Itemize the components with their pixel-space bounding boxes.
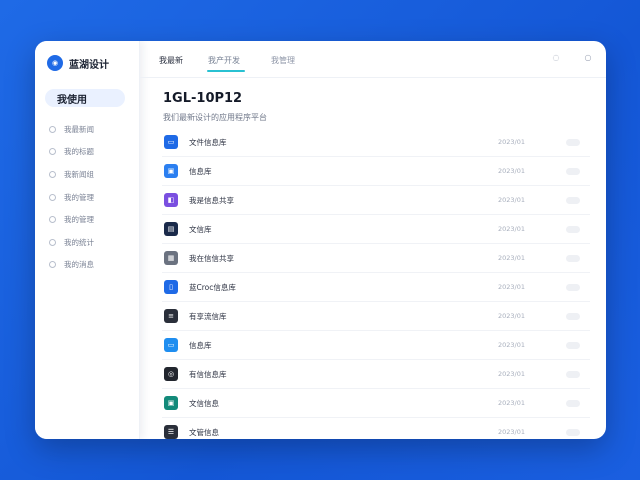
item-name: 文信库	[189, 224, 212, 234]
active-tab-indicator	[207, 70, 245, 72]
toggle-switch[interactable]	[566, 225, 580, 233]
item-name: 我在信信共享	[189, 253, 234, 263]
brand-name: 蓝湖设计	[69, 59, 109, 71]
sidebar-list: 我最新闻 我的标题 我新闻组 我的管理 我的管理 我的统计 我的消息	[49, 118, 94, 276]
item-date: 2023/01	[498, 225, 526, 233]
sidebar-item-label: 我使用	[57, 94, 87, 106]
share-icon: ◧	[164, 193, 178, 207]
list-item[interactable]: ≡ 有享流信库 2023/01	[162, 302, 590, 331]
chat-bubble-icon: ◉	[47, 55, 63, 71]
file-icon: ▯	[164, 280, 178, 294]
item-name: 有信信息库	[189, 369, 227, 379]
list-item[interactable]: ▯ 蓝Croc信息库 2023/01	[162, 273, 590, 302]
sidebar-item-1[interactable]: 我最新闻	[49, 118, 94, 141]
app-window: ◉ 蓝湖设计 我使用 我最新闻 我的标题 我新闻组 我的管理 我的管理 我的统计…	[35, 41, 606, 439]
list-icon: ☰	[164, 425, 178, 439]
item-name: 我是信息共享	[189, 195, 234, 205]
sidebar: ◉ 蓝湖设计 我使用 我最新闻 我的标题 我新闻组 我的管理 我的管理 我的统计…	[35, 41, 140, 439]
page-subtitle: 我们最新设计的应用程序平台	[163, 113, 267, 122]
folder-icon: ▦	[164, 251, 178, 265]
list-item[interactable]: ▤ 文信库 2023/01	[162, 215, 590, 244]
app-list: ▭ 文件信息库 2023/01 ▣ 信息库 2023/01 ◧ 我是信息共享 2023/01…	[162, 128, 590, 439]
item-date: 2023/01	[498, 370, 526, 378]
circle-icon	[49, 125, 56, 133]
circle-icon	[49, 170, 56, 178]
box-icon: ▣	[164, 396, 178, 410]
list-item[interactable]: ☰ 文管信息 2023/01	[162, 418, 590, 439]
document-icon: ▤	[164, 222, 178, 236]
item-date: 2023/01	[498, 312, 526, 320]
main-content: 1GL-10P12 我们最新设计的应用程序平台 ▭ 文件信息库 2023/01 ▣ 信…	[140, 77, 606, 439]
brand[interactable]: ◉ 蓝湖设计	[47, 55, 109, 71]
toggle-switch[interactable]	[566, 283, 580, 291]
item-date: 2023/01	[498, 283, 526, 291]
toggle-switch[interactable]	[566, 138, 580, 146]
image-icon: ▣	[164, 164, 178, 178]
toggle-switch[interactable]	[566, 399, 580, 407]
item-name: 蓝Croc信息库	[189, 282, 236, 292]
sidebar-item-label: 我的管理	[64, 215, 94, 225]
item-name: 文信信息	[189, 398, 219, 408]
toggle-switch[interactable]	[566, 428, 580, 436]
list-item[interactable]: ▭ 文件信息库 2023/01	[162, 128, 590, 157]
item-date: 2023/01	[498, 428, 526, 436]
toggle-switch[interactable]	[566, 312, 580, 320]
tab-development[interactable]: 我产开发	[208, 55, 240, 66]
sidebar-item-4[interactable]: 我的管理	[49, 186, 94, 209]
list-item[interactable]: ▣ 文信信息 2023/01	[162, 389, 590, 418]
sidebar-item-active[interactable]: 我使用	[45, 89, 125, 107]
sidebar-item-5[interactable]: 我的管理	[49, 208, 94, 231]
list-item[interactable]: ◎ 有信信息库 2023/01	[162, 360, 590, 389]
toggle-switch[interactable]	[566, 370, 580, 378]
top-nav: 我最新 我产开发 我管理 ◌ ○ ⋯	[140, 41, 606, 78]
item-name: 信息库	[189, 166, 212, 176]
page-title: 1GL-10P12	[163, 91, 243, 106]
list-item[interactable]: ▦ 我在信信共享 2023/01	[162, 244, 590, 273]
item-date: 2023/01	[498, 341, 526, 349]
sidebar-item-2[interactable]: 我的标题	[49, 141, 94, 164]
toggle-switch[interactable]	[566, 167, 580, 175]
item-name: 文件信息库	[189, 137, 227, 147]
circle-icon	[49, 193, 56, 201]
target-icon: ◎	[164, 367, 178, 381]
sidebar-item-label: 我的消息	[64, 260, 94, 270]
settings-icon[interactable]: ◌	[551, 53, 561, 63]
sidebar-item-7[interactable]: 我的消息	[49, 254, 94, 277]
sidebar-item-label: 我的管理	[64, 192, 94, 202]
chat-icon: ▭	[164, 135, 178, 149]
item-date: 2023/01	[498, 138, 526, 146]
circle-icon	[49, 148, 56, 156]
toggle-switch[interactable]	[566, 254, 580, 262]
toggle-switch[interactable]	[566, 341, 580, 349]
tab-latest[interactable]: 我最新	[159, 55, 183, 66]
circle-icon	[49, 261, 56, 269]
sidebar-item-label: 我的标题	[64, 147, 94, 157]
sidebar-item-3[interactable]: 我新闻组	[49, 163, 94, 186]
item-date: 2023/01	[498, 196, 526, 204]
sidebar-item-label: 我新闻组	[64, 169, 94, 179]
search-icon[interactable]: ○	[583, 53, 593, 63]
item-name: 有享流信库	[189, 311, 227, 321]
item-date: 2023/01	[498, 167, 526, 175]
item-name: 文管信息	[189, 427, 219, 437]
sidebar-item-6[interactable]: 我的统计	[49, 231, 94, 254]
sidebar-item-label: 我的统计	[64, 237, 94, 247]
list-item[interactable]: ◧ 我是信息共享 2023/01	[162, 186, 590, 215]
item-date: 2023/01	[498, 399, 526, 407]
item-name: 信息库	[189, 340, 212, 350]
tab-management[interactable]: 我管理	[271, 55, 295, 66]
circle-icon	[49, 216, 56, 224]
list-item[interactable]: ▣ 信息库 2023/01	[162, 157, 590, 186]
list-item[interactable]: ▭ 信息库 2023/01	[162, 331, 590, 360]
circle-icon	[49, 238, 56, 246]
notes-icon: ≡	[164, 309, 178, 323]
sidebar-item-label: 我最新闻	[64, 124, 94, 134]
toggle-switch[interactable]	[566, 196, 580, 204]
item-date: 2023/01	[498, 254, 526, 262]
message-icon: ▭	[164, 338, 178, 352]
